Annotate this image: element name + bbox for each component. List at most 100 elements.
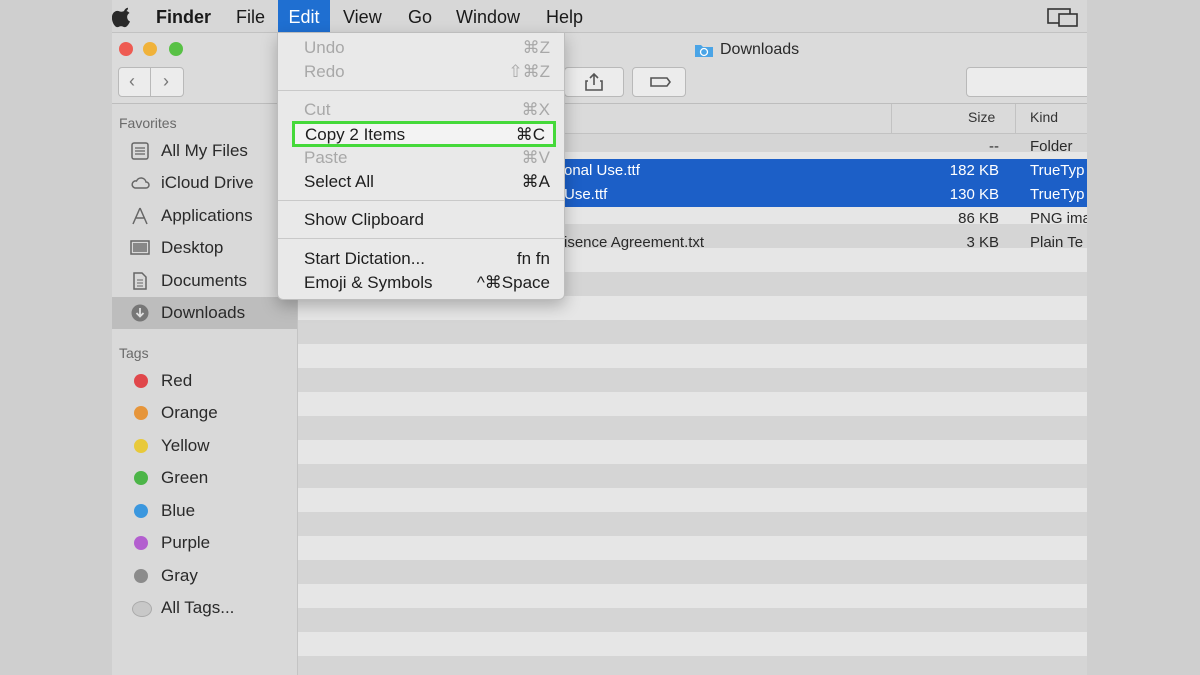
file-size: 86 KB xyxy=(958,210,999,227)
column-kind[interactable]: Kind xyxy=(1030,109,1058,125)
file-kind: Plain Te xyxy=(1030,234,1084,251)
menu-bar: Finder File Edit View Go Window Help xyxy=(112,0,1087,33)
tag-dot-icon xyxy=(134,569,148,583)
file-size: 182 KB xyxy=(949,162,999,179)
zoom-button[interactable] xyxy=(169,42,183,56)
screen: Finder File Edit View Go Window Help Dow… xyxy=(112,0,1087,675)
file-size: 3 KB xyxy=(966,234,999,251)
file-kind: PNG ima xyxy=(1030,210,1087,227)
menu-item-shortcut: ⌘C xyxy=(515,125,545,144)
all-tags-icon xyxy=(132,601,152,617)
sidebar-item-icloud-drive[interactable]: iCloud Drive xyxy=(112,167,297,199)
sidebar-tag-orange[interactable]: Orange xyxy=(112,397,297,429)
menu-item-label: Redo xyxy=(304,62,345,81)
tag-dot-icon xyxy=(134,536,148,550)
sidebar-item-all-my-files[interactable]: All My Files xyxy=(112,135,297,167)
menu-item-shortcut: ^⌘Space xyxy=(476,273,550,292)
tag-dot-icon xyxy=(134,374,148,388)
share-icon xyxy=(585,72,603,91)
menu-item-label: Cut xyxy=(304,100,331,119)
menu-item-paste[interactable]: Paste ⌘V xyxy=(278,146,564,170)
menu-item-label: Copy 2 Items xyxy=(305,125,406,144)
sidebar-item-label: iCloud Drive xyxy=(161,173,254,192)
menu-separator xyxy=(278,90,564,91)
share-button[interactable] xyxy=(564,67,624,97)
tag-dot-icon xyxy=(134,504,148,518)
menu-item-redo[interactable]: Redo ⇧⌘Z xyxy=(278,60,564,84)
sidebar-tag-gray[interactable]: Gray xyxy=(112,560,297,592)
menu-item-shortcut: ⌘V xyxy=(521,148,550,167)
sidebar-item-label: Applications xyxy=(161,206,253,225)
minimize-button[interactable] xyxy=(143,42,157,56)
menu-item-shortcut: ⌘Z xyxy=(522,38,550,57)
apple-icon[interactable] xyxy=(112,6,134,28)
sidebar: Favorites All My Files iCloud Drive Appl… xyxy=(112,104,298,675)
menu-item-show-clipboard[interactable]: Show Clipboard xyxy=(278,208,564,232)
menu-edit[interactable]: Edit xyxy=(278,0,330,32)
column-size[interactable]: Size xyxy=(968,109,995,125)
menu-item-label: Start Dictation... xyxy=(304,249,425,268)
cloud-icon xyxy=(131,177,150,189)
desktop-icon xyxy=(130,240,150,255)
file-kind: TrueTyp xyxy=(1030,162,1085,179)
menu-item-label: Undo xyxy=(304,38,345,57)
menu-item-start-dictation[interactable]: Start Dictation... fn fn xyxy=(278,247,564,271)
sidebar-tag-green[interactable]: Green xyxy=(112,462,297,494)
menu-item-label: Emoji & Symbols xyxy=(304,273,433,292)
menu-view[interactable]: View xyxy=(343,0,382,32)
tag-icon xyxy=(650,77,671,87)
menu-help[interactable]: Help xyxy=(546,0,583,32)
menu-item-emoji-symbols[interactable]: Emoji & Symbols ^⌘Space xyxy=(278,271,564,295)
menu-window[interactable]: Window xyxy=(456,0,520,32)
file-size: -- xyxy=(989,138,999,155)
tags-button[interactable] xyxy=(632,67,686,97)
menu-separator xyxy=(278,238,564,239)
menu-go[interactable]: Go xyxy=(408,0,432,32)
menu-item-shortcut: ⌘X xyxy=(521,100,550,119)
back-button[interactable]: ‹ xyxy=(129,70,135,92)
menu-file[interactable]: File xyxy=(236,0,265,32)
menu-item-copy[interactable]: Copy 2 Items ⌘C xyxy=(292,121,556,147)
nav-buttons: ‹ › xyxy=(118,67,184,97)
sidebar-item-label: Yellow xyxy=(161,436,210,455)
favorites-heading: Favorites xyxy=(119,115,177,131)
display-mirroring-icon[interactable] xyxy=(1047,8,1079,28)
menu-item-select-all[interactable]: Select All ⌘A xyxy=(278,170,564,194)
menu-item-label: Select All xyxy=(304,172,374,191)
sidebar-tag-blue[interactable]: Blue xyxy=(112,495,297,527)
menu-item-undo[interactable]: Undo ⌘Z xyxy=(278,36,564,60)
sidebar-tag-yellow[interactable]: Yellow xyxy=(112,430,297,462)
search-field[interactable] xyxy=(966,67,1087,97)
sidebar-item-documents[interactable]: Documents xyxy=(112,265,297,297)
sidebar-item-label: Gray xyxy=(161,566,198,585)
sidebar-item-downloads[interactable]: Downloads xyxy=(112,297,297,329)
window-title: Downloads xyxy=(720,41,800,58)
forward-button[interactable]: › xyxy=(163,70,169,92)
sidebar-item-label: All My Files xyxy=(161,141,248,160)
sidebar-item-label: Blue xyxy=(161,501,196,520)
downloads-folder-icon xyxy=(695,45,713,57)
sidebar-tag-purple[interactable]: Purple xyxy=(112,527,297,559)
menu-finder[interactable]: Finder xyxy=(156,0,211,32)
sidebar-item-label: Desktop xyxy=(161,238,224,257)
sidebar-tag-all[interactable]: All Tags... xyxy=(112,592,297,624)
tags-heading: Tags xyxy=(119,345,149,361)
menu-item-shortcut: fn fn xyxy=(516,249,550,268)
sidebar-tag-red[interactable]: Red xyxy=(112,365,297,397)
sidebar-item-desktop[interactable]: Desktop xyxy=(112,232,297,264)
menu-item-cut[interactable]: Cut ⌘X xyxy=(278,98,564,122)
file-kind: TrueTyp xyxy=(1030,186,1085,203)
close-button[interactable] xyxy=(119,42,133,56)
tag-dot-icon xyxy=(134,406,148,420)
sidebar-item-applications[interactable]: Applications xyxy=(112,200,297,232)
sidebar-item-label: All Tags... xyxy=(161,598,235,617)
sidebar-item-label: Documents xyxy=(161,271,247,290)
tag-dot-icon xyxy=(134,471,148,485)
file-kind: Folder xyxy=(1030,138,1073,155)
edit-menu-dropdown: Undo ⌘Z Redo ⇧⌘Z Cut ⌘X Copy 2 Items ⌘C … xyxy=(277,32,565,300)
all-files-icon xyxy=(131,142,149,160)
sidebar-item-label: Green xyxy=(161,468,209,487)
menu-separator xyxy=(278,200,564,201)
file-name: Use.ttf xyxy=(564,186,608,203)
applications-icon xyxy=(132,207,148,225)
